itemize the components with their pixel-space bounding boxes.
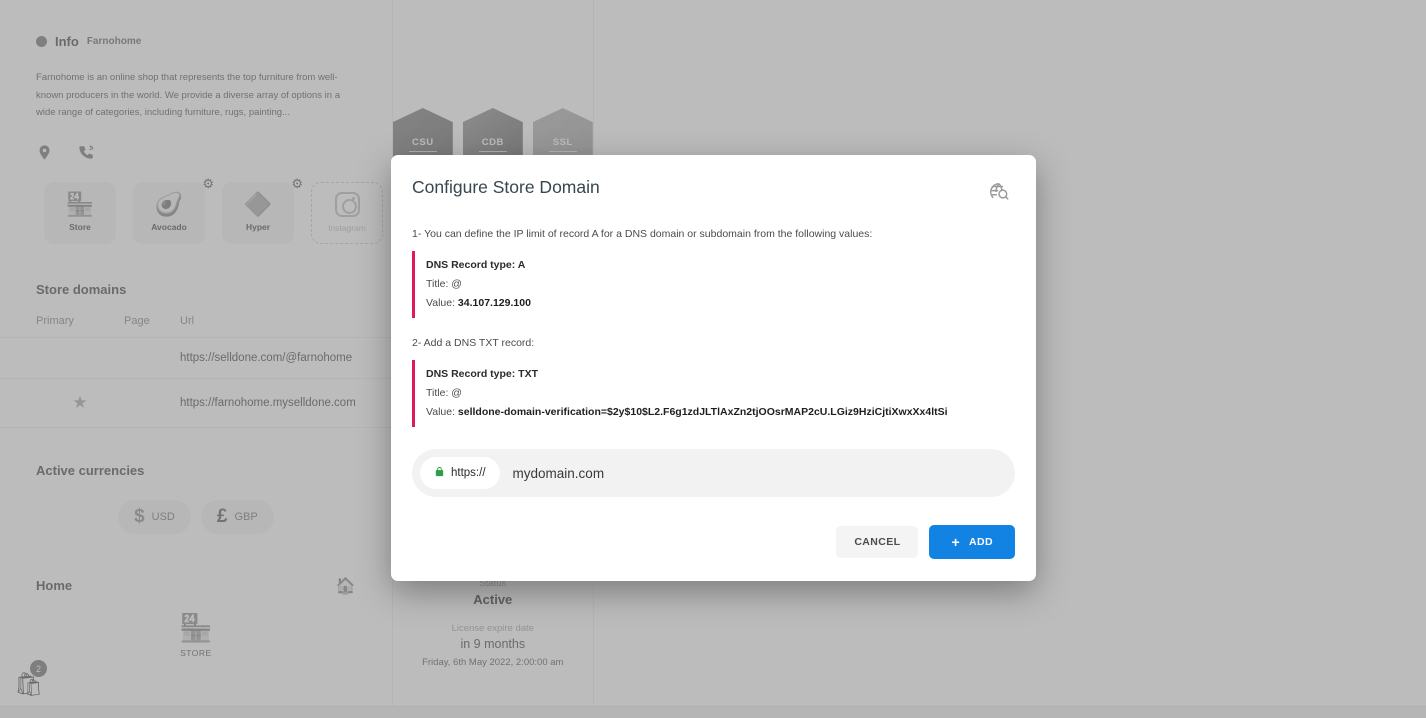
record-txt-value: selldone-domain-verification=$2y$10$L2.F… bbox=[457, 406, 948, 418]
add-button[interactable]: + ADD bbox=[929, 525, 1015, 559]
record-txt-value-line: Value: selldone-domain-verification=$2y$… bbox=[426, 406, 1015, 418]
record-a-title-label: Title: bbox=[426, 278, 449, 290]
record-a-title-line: Title: @ bbox=[426, 278, 1015, 290]
record-txt-title-value: @ bbox=[451, 387, 462, 399]
dialog-actions: CANCEL + ADD bbox=[391, 497, 1036, 581]
domain-input-placeholder[interactable]: mydomain.com bbox=[513, 466, 605, 481]
record-txt-title-label: Title: bbox=[426, 387, 449, 399]
configure-store-domain-dialog: Configure Store Domain 1- You can define… bbox=[391, 155, 1036, 581]
dialog-body: 1- You can define the IP limit of record… bbox=[391, 208, 1036, 497]
dns-record-a-card: DNS Record type: A Title: @ Value: 34.10… bbox=[412, 251, 1015, 318]
record-txt-value-label: Value: bbox=[426, 406, 455, 418]
dialog-header: Configure Store Domain bbox=[391, 155, 1036, 208]
lock-icon bbox=[434, 465, 445, 481]
step-1-text: 1- You can define the IP limit of record… bbox=[412, 228, 873, 240]
record-a-type: DNS Record type: A bbox=[426, 259, 526, 271]
record-a-title-value: @ bbox=[451, 278, 462, 290]
step-2-text: 2- Add a DNS TXT record: bbox=[412, 337, 535, 349]
record-txt-type: DNS Record type: TXT bbox=[426, 368, 539, 380]
add-button-label: ADD bbox=[969, 536, 993, 548]
dns-record-txt-card: DNS Record type: TXT Title: @ Value: sel… bbox=[412, 360, 1015, 427]
scheme-label: https:// bbox=[451, 467, 486, 479]
record-a-value-line: Value: 34.107.129.100 bbox=[426, 297, 1015, 309]
app-root: Info Farnohome Farnohome is an online sh… bbox=[0, 0, 1426, 718]
cancel-button[interactable]: CANCEL bbox=[836, 526, 919, 558]
record-a-value: 34.107.129.100 bbox=[457, 297, 531, 309]
dialog-title: Configure Store Domain bbox=[412, 177, 600, 197]
plus-icon: + bbox=[951, 534, 961, 550]
scheme-chip: https:// bbox=[420, 457, 500, 489]
record-a-value-label: Value: bbox=[426, 297, 455, 309]
domain-input-group[interactable]: https:// mydomain.com bbox=[412, 449, 1015, 497]
domain-search-icon bbox=[988, 181, 1010, 208]
record-txt-title-line: Title: @ bbox=[426, 387, 1015, 399]
